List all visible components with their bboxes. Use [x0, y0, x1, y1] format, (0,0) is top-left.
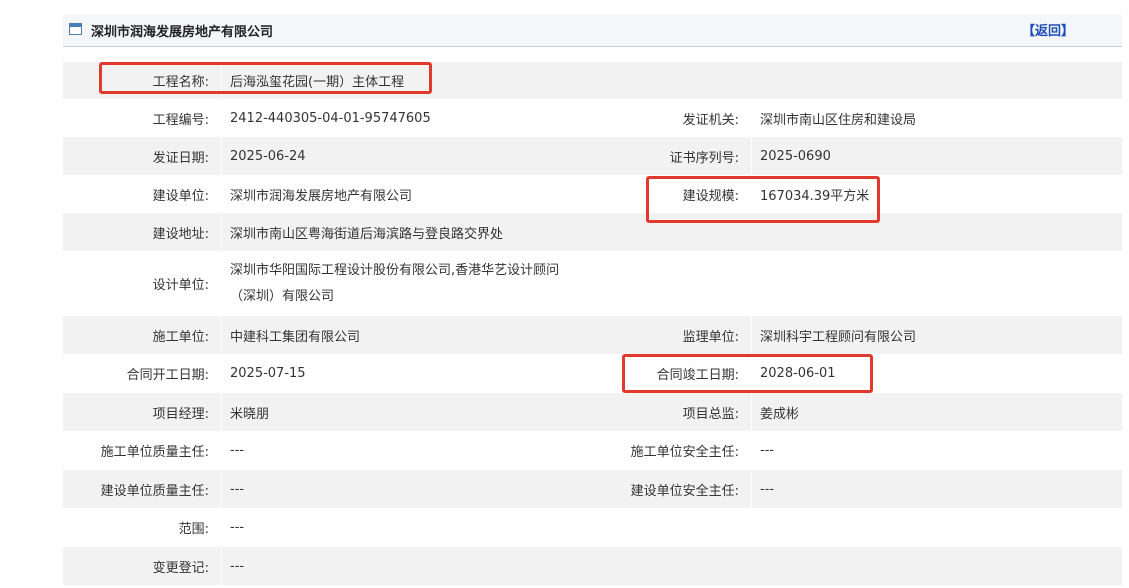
project-info-table: 工程名称: 后海泓玺花园(一期）主体工程 工程编号: 2412-440305-0… [63, 62, 1122, 585]
field-value: 后海泓玺花园(一期）主体工程 [221, 62, 1122, 99]
field-label: 施工单位安全主任: [630, 445, 739, 460]
field-label: 发证机关: [682, 112, 739, 128]
page-title: 深圳市润海发展房地产有限公司 [91, 25, 274, 40]
table-row: 施工单位: 中建科工集团有限公司 监理单位: 深圳科宇工程顾问有限公司 [63, 316, 1122, 354]
field-value: 深圳市华阳国际工程设计股份有限公司,香港华艺设计顾问 （深圳）有限公司 [221, 251, 1122, 316]
table-row: 工程名称: 后海泓玺花园(一期）主体工程 [63, 62, 1122, 99]
table-row: 建设单位: 深圳市润海发展房地产有限公司 建设规模: 167034.39平方米 [63, 175, 1122, 213]
table-row: 发证日期: 2025-06-24 证书序列号: 2025-0690 [63, 137, 1122, 175]
table-row: 变更登记: --- [63, 547, 1122, 585]
field-label: 工程名称: [152, 75, 209, 90]
field-value: 2025-0690 [751, 137, 1122, 175]
field-value: --- [221, 470, 593, 508]
window-icon [69, 23, 82, 35]
field-value: --- [221, 508, 1122, 547]
field-label: 合同竣工日期: [656, 368, 739, 383]
field-value: 姜成彬 [751, 393, 1122, 431]
field-label: 项目总监: [682, 406, 739, 422]
page-header: 深圳市润海发展房地产有限公司 【返回】 [63, 14, 1122, 47]
table-row: 工程编号: 2412-440305-04-01-95747605 发证机关: 深… [63, 99, 1122, 137]
field-value-line: （深圳）有限公司 [230, 288, 335, 304]
field-value: --- [751, 470, 1122, 508]
back-link[interactable]: 【返回】 [1022, 20, 1074, 39]
field-label: 建设规模: [682, 188, 739, 204]
field-label: 发证日期: [152, 150, 209, 166]
table-row: 建设地址: 深圳市南山区粤海街道后海滨路与登良路交界处 [63, 213, 1122, 251]
field-label: 工程编号: [152, 112, 209, 128]
field-value: 2025-07-15 [221, 354, 593, 393]
table-row: 范围: --- [63, 508, 1122, 547]
field-label: 建设地址: [152, 226, 209, 242]
field-value: 深圳市南山区粤海街道后海滨路与登良路交界处 [221, 213, 1122, 251]
field-label: 项目经理: [152, 406, 209, 422]
field-label: 范围: [178, 522, 209, 537]
field-value: --- [221, 431, 593, 470]
field-value: 167034.39平方米 [751, 175, 1122, 213]
table-row: 合同开工日期: 2025-07-15 合同竣工日期: 2028-06-01 [63, 354, 1122, 393]
table-row: 项目经理: 米晓朋 项目总监: 姜成彬 [63, 393, 1122, 431]
field-value: 中建科工集团有限公司 [221, 316, 593, 354]
table-row: 设计单位: 深圳市华阳国际工程设计股份有限公司,香港华艺设计顾问 （深圳）有限公… [63, 251, 1122, 316]
field-value: 深圳科宇工程顾问有限公司 [751, 316, 1122, 354]
field-value: 深圳市润海发展房地产有限公司 [221, 175, 593, 213]
field-label: 建设单位: [152, 188, 209, 204]
field-label: 建设单位质量主任: [100, 483, 209, 499]
field-value: --- [221, 547, 1122, 585]
field-label: 施工单位质量主任: [100, 445, 209, 460]
field-value-line: 深圳市华阳国际工程设计股份有限公司,香港华艺设计顾问 [230, 262, 560, 278]
field-label: 施工单位: [152, 329, 209, 345]
field-label: 建设单位安全主任: [630, 483, 739, 499]
field-label: 合同开工日期: [126, 368, 209, 383]
field-value: 2412-440305-04-01-95747605 [221, 99, 593, 137]
field-label: 设计单位: [152, 278, 209, 293]
field-value: 深圳市南山区住房和建设局 [751, 99, 1122, 137]
table-row: 建设单位质量主任: --- 建设单位安全主任: --- [63, 470, 1122, 508]
table-row: 施工单位质量主任: --- 施工单位安全主任: --- [63, 431, 1122, 470]
field-label: 监理单位: [682, 329, 739, 345]
field-value: 2028-06-01 [751, 354, 1122, 393]
field-value: --- [751, 431, 1122, 470]
field-label: 变更登记: [152, 560, 209, 576]
field-value: 米晓朋 [221, 393, 593, 431]
field-value: 2025-06-24 [221, 137, 593, 175]
field-label: 证书序列号: [669, 150, 739, 166]
